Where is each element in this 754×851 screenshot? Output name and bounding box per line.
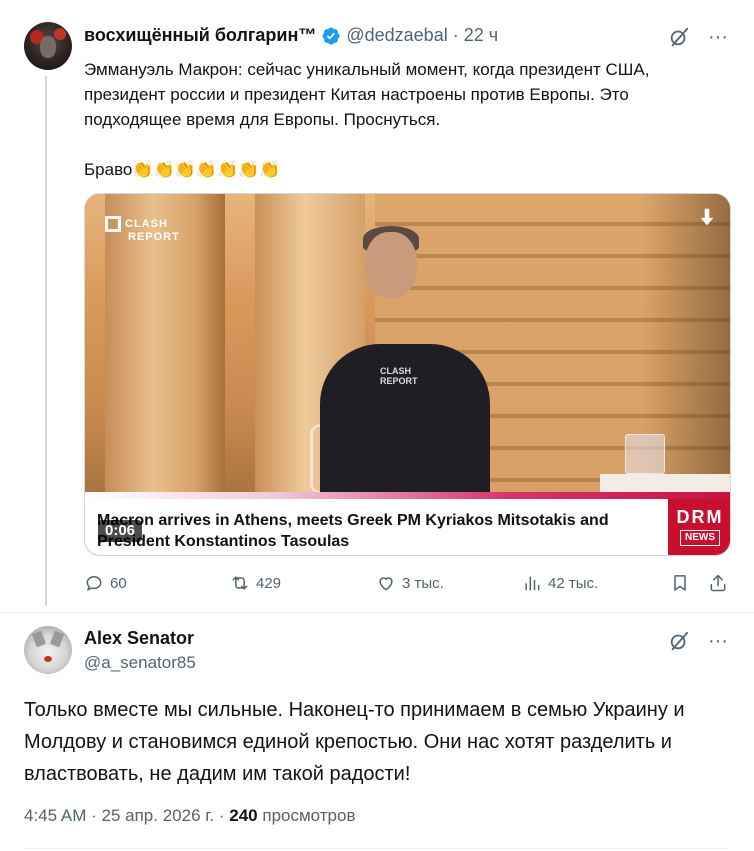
tweet-date[interactable]: 25 апр. 2026 г. (102, 806, 215, 825)
separator: · (91, 806, 97, 825)
separator: · (218, 806, 225, 825)
download-icon[interactable] (696, 206, 718, 228)
handle[interactable]: @dedzaebal (346, 25, 447, 46)
ticker-bar (85, 492, 730, 499)
video-frame[interactable]: CLASH REPORT CLASH REPORT (85, 194, 730, 504)
tweet-time[interactable]: 4:45 AM (24, 806, 86, 825)
divider (24, 848, 730, 849)
tweet-top-actions: ··· (668, 26, 728, 48)
tweet-header: восхищённый болгарин™ @dedzaebal · 22 ч (84, 25, 498, 46)
video-duration: 0:06 (98, 520, 143, 542)
verified-badge-icon (321, 26, 341, 46)
avatar[interactable] (24, 22, 72, 70)
share-icon (708, 573, 728, 593)
divider (0, 612, 754, 613)
clash-report-logo: CLASH REPORT (105, 216, 180, 243)
grok-icon[interactable] (668, 26, 690, 48)
timestamp[interactable]: 22 ч (464, 25, 498, 46)
views-count: 240 (229, 806, 258, 825)
reply-icon (84, 573, 104, 593)
tweet-text: Эммануэль Макрон: сейчас уникальный моме… (84, 57, 724, 182)
speaker-figure (310, 226, 500, 504)
avatar[interactable] (24, 626, 72, 674)
lower-third-text: Macron arrives in Athens, meets Greek PM… (97, 512, 609, 550)
more-icon[interactable]: ··· (708, 631, 728, 651)
repost-icon (230, 573, 250, 593)
tweet-text-line: президент россии и президент Китая настр… (84, 85, 629, 104)
bookmark-icon (670, 573, 690, 593)
like-button[interactable]: 3 тыс. (376, 573, 444, 593)
display-name[interactable]: Alex Senator (84, 628, 194, 649)
clapping-hands-emoji: 👏👏👏👏👏👏👏 (132, 160, 281, 179)
tweet-quoted-parent[interactable]: восхищённый болгарин™ @dedzaebal · 22 ч … (0, 0, 754, 612)
share-button[interactable] (708, 573, 728, 593)
tweet-text-line: Эммануэль Макрон: сейчас уникальный моме… (84, 60, 650, 79)
tweet-top-actions: ··· (668, 630, 728, 652)
like-count: 3 тыс. (402, 574, 444, 592)
reply-button[interactable]: 60 (84, 573, 127, 593)
display-name[interactable]: восхищённый болгарин™ (84, 25, 316, 46)
video-player[interactable]: CLASH REPORT CLASH REPORT Macron arrives … (84, 193, 731, 556)
more-icon[interactable]: ··· (708, 27, 728, 47)
views-icon (522, 573, 542, 593)
tweet-meta: 4:45 AM · 25 апр. 2026 г. · 240 просмотр… (24, 806, 355, 826)
tweet-text-line: подходящее время для Европы. Проснуться. (84, 110, 441, 129)
repost-button[interactable]: 429 (230, 573, 281, 593)
tweet-text-bravo: Браво (84, 160, 133, 179)
views-label: просмотров (262, 806, 356, 825)
lower-third: Macron arrives in Athens, meets Greek PM… (85, 499, 668, 555)
reply-count: 60 (110, 574, 127, 592)
grok-icon[interactable] (668, 630, 690, 652)
drm-news-logo: DRM NEWS (668, 499, 730, 555)
clash-report-watermark: CLASH REPORT (380, 366, 418, 386)
bookmark-button[interactable] (670, 573, 690, 593)
tweet-text: Только вместе мы сильные. Наконец-то при… (24, 699, 685, 785)
views-count: 42 тыс. (548, 574, 599, 592)
handle[interactable]: @a_senator85 (84, 653, 196, 673)
like-icon (376, 573, 396, 593)
repost-count: 429 (256, 574, 282, 592)
views-button[interactable]: 42 тыс. (522, 573, 598, 593)
tweet-actions-bar: 60 429 3 тыс. 42 тыс. (84, 573, 729, 597)
separator: · (452, 25, 459, 45)
